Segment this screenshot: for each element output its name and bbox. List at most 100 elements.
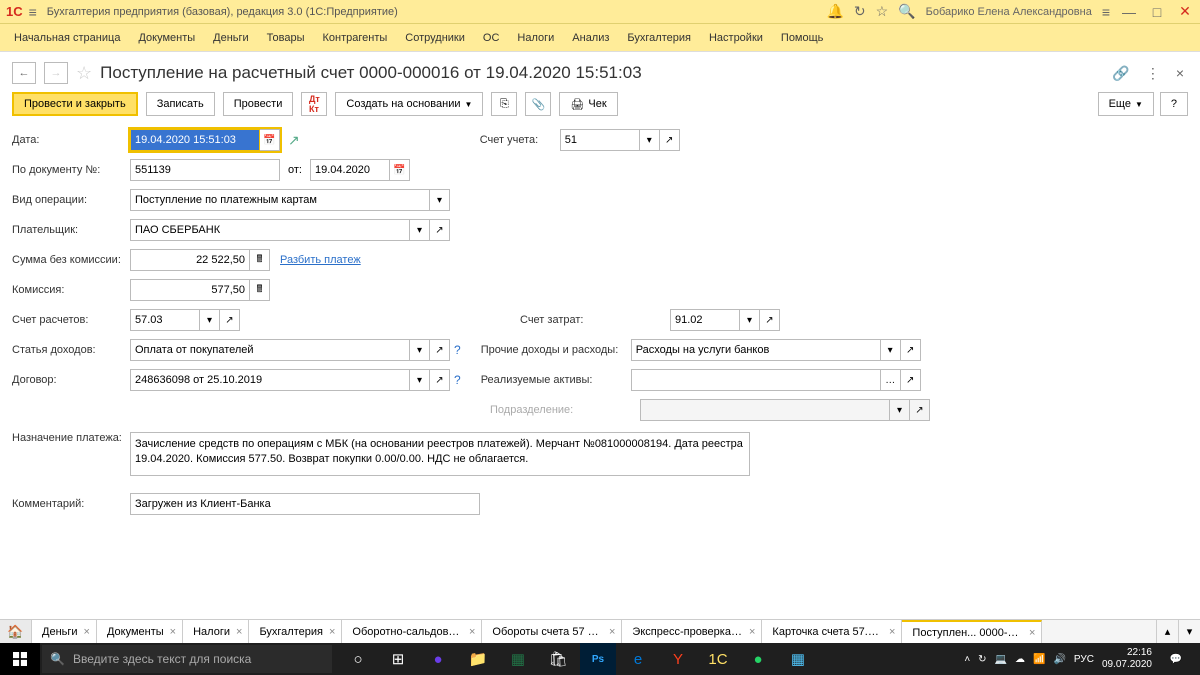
tab-money[interactable]: Деньги× [32,620,97,643]
structure-button[interactable]: ⎘ [491,92,517,116]
tray-icon[interactable]: ↻ [978,654,986,665]
tab-accounting[interactable]: Бухгалтерия× [249,620,342,643]
explorer-icon[interactable]: 📁 [460,643,496,675]
cortana-icon[interactable]: ○ [340,643,376,675]
history-icon[interactable]: ↻ [854,3,866,20]
dropdown-icon[interactable]: ▾ [740,309,760,331]
tab-turnover[interactable]: Обороты счета 57 за И...× [482,620,622,643]
link-icon[interactable]: 🔗 [1108,65,1133,82]
notification-icon[interactable]: 💬 [1160,643,1192,675]
excel-icon[interactable]: ▦ [500,643,536,675]
dropdown-icon[interactable]: ▾ [430,189,450,211]
calendar-icon[interactable]: 📅 [390,159,410,181]
maximize-button[interactable]: □ [1148,4,1166,20]
date-input[interactable]: 19.04.2020 15:51:03 [130,129,260,151]
nav-forward-button[interactable]: → [44,62,68,84]
tab-express[interactable]: Экспресс-проверка ве...× [622,620,762,643]
store-icon[interactable]: 🛍 [540,643,576,675]
more-menu-icon[interactable]: ⋮ [1142,65,1164,82]
tab-scroll-up[interactable]: ▴ [1156,620,1178,643]
dropdown-icon[interactable]: ▾ [640,129,660,151]
close-icon[interactable]: × [609,626,615,638]
dropdown-icon[interactable]: ▾ [410,369,430,391]
close-icon[interactable]: × [1029,627,1035,639]
calc-acc-input[interactable]: 57.03 [130,309,200,331]
app-icon[interactable]: ▦ [780,643,816,675]
docfrom-input[interactable]: 19.04.2020 [310,159,390,181]
menu-documents[interactable]: Документы [138,32,195,44]
tab-balance[interactable]: Оборотно-сальдовая в...× [342,620,482,643]
split-payment-link[interactable]: Разбить платеж [280,254,361,266]
bell-icon[interactable]: 🔔 [826,3,843,20]
close-doc-button[interactable]: × [1172,65,1188,81]
tab-current[interactable]: Поступлен... 0000-000016× [902,620,1042,643]
dropdown-icon[interactable]: ▾ [881,339,901,361]
settings-icon[interactable]: ≡ [1102,4,1110,20]
open-icon[interactable]: ↗ [220,309,240,331]
tray-up-icon[interactable]: ˄ [964,654,970,665]
close-icon[interactable]: × [889,626,895,638]
close-icon[interactable]: × [170,626,176,638]
tab-scroll-down[interactable]: ▾ [1178,620,1200,643]
menu-money[interactable]: Деньги [213,32,249,44]
open-icon[interactable]: ↗ [760,309,780,331]
post-and-close-button[interactable]: Провести и закрыть [12,92,138,116]
favorite-star-icon[interactable]: ☆ [76,63,92,84]
tray-lang[interactable]: РУС [1074,654,1094,665]
hamburger-icon[interactable]: ≡ [29,4,37,20]
user-name[interactable]: Бобарико Елена Александровна [926,6,1092,18]
close-icon[interactable]: × [749,626,755,638]
photoshop-icon[interactable]: Ps [580,643,616,675]
account-input[interactable]: 51 [560,129,640,151]
income-input[interactable]: Оплата от покупателей [130,339,410,361]
check-button[interactable]: 🖨 Чек [559,92,617,116]
yandex-icon[interactable]: Y [660,643,696,675]
more-button[interactable]: Еще▼ [1098,92,1154,116]
ellipsis-icon[interactable]: … [881,369,901,391]
start-button[interactable] [0,643,40,675]
tray-icon[interactable]: 💻 [995,654,1007,665]
menu-settings[interactable]: Настройки [709,32,763,44]
close-icon[interactable]: × [329,626,335,638]
app-icon[interactable]: ● [420,643,456,675]
payer-input[interactable]: ПАО СБЕРБАНК [130,219,410,241]
search-icon[interactable]: 🔍 [898,3,915,20]
assets-input[interactable] [631,369,881,391]
attach-button[interactable]: 📎 [525,92,551,116]
taskbar-search[interactable]: 🔍 Введите здесь текст для поиска [42,645,332,673]
minimize-button[interactable]: — [1120,4,1138,20]
close-icon[interactable]: × [236,626,242,638]
tab-card[interactable]: Карточка счета 57.03 з...× [762,620,902,643]
tray-volume-icon[interactable]: 🔊 [1053,654,1065,665]
dropdown-icon[interactable]: ▾ [410,219,430,241]
dropdown-icon[interactable]: ▾ [410,339,430,361]
tab-documents[interactable]: Документы× [97,620,183,643]
cost-acc-input[interactable]: 91.02 [670,309,740,331]
menu-taxes[interactable]: Налоги [517,32,554,44]
open-icon[interactable]: ↗ [901,369,921,391]
open-icon[interactable]: ↗ [901,339,921,361]
sum-input[interactable]: 22 522,50 [130,249,250,271]
calculator-icon[interactable]: 🖩 [250,249,270,271]
commission-input[interactable]: 577,50 [130,279,250,301]
open-icon[interactable]: ↗ [430,369,450,391]
close-button[interactable]: ✕ [1176,3,1194,20]
save-button[interactable]: Записать [146,92,215,116]
optype-input[interactable]: Поступление по платежным картам [130,189,430,211]
menu-analysis[interactable]: Анализ [572,32,609,44]
calculator-icon[interactable]: 🖩 [250,279,270,301]
dtkt-button[interactable]: ДтКт [301,92,327,116]
open-icon[interactable]: ↗ [430,339,450,361]
menu-os[interactable]: ОС [483,32,500,44]
purpose-textarea[interactable]: Зачисление средств по операциям с МБК (н… [130,432,750,476]
1c-icon[interactable]: 1C [700,643,736,675]
close-icon[interactable]: × [469,626,475,638]
close-icon[interactable]: × [84,626,90,638]
edge-icon[interactable]: e [620,643,656,675]
external-icon[interactable]: ↗ [288,132,300,149]
help-button[interactable]: ? [1160,92,1188,116]
docnum-input[interactable]: 551139 [130,159,280,181]
calendar-icon[interactable]: 📅 [260,129,280,151]
tray-clock[interactable]: 22:16 09.07.2020 [1102,647,1152,671]
whatsapp-icon[interactable]: ● [740,643,776,675]
